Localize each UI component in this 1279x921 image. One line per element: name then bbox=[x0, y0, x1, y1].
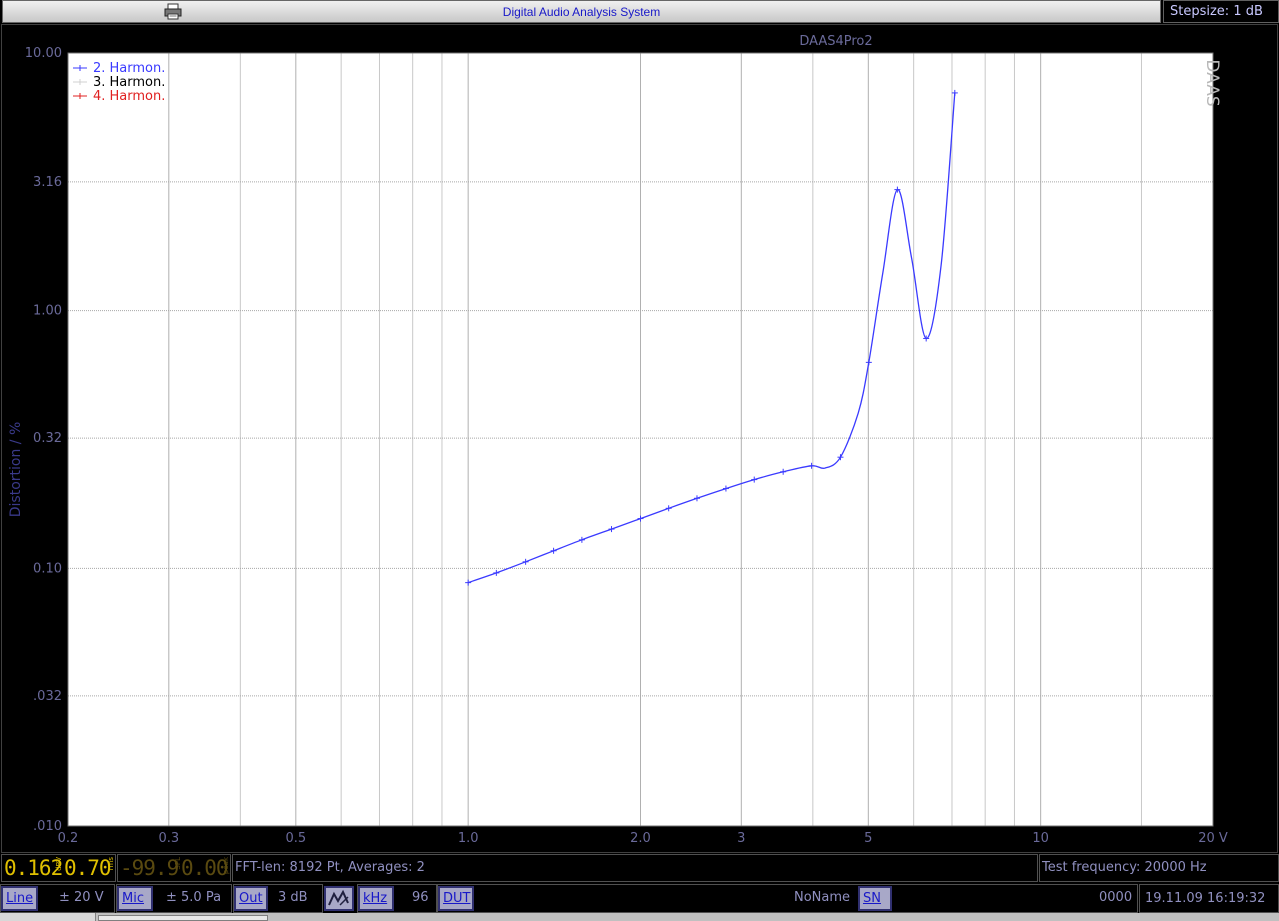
control-bar: Line ± 20 V Mic ± 5.0 Pa Out 3 dB kHz 96… bbox=[0, 884, 1279, 913]
scrollbar-left[interactable] bbox=[0, 913, 96, 921]
rms-value: 0.70 bbox=[64, 856, 112, 880]
legend-entry: 3. Harmon. bbox=[93, 75, 165, 90]
peak-value: 0.00 bbox=[181, 856, 229, 880]
plot-frame: 0.2 0.3 0.5 1.0 2.0 3 5 10 20 V 10.00 3.16 1.00 0.32… bbox=[1, 24, 1278, 853]
peak-unit: peak bbox=[222, 857, 230, 875]
x-tick-label: 20 V bbox=[1198, 831, 1228, 846]
mic-range: ± 5.0 Pa bbox=[166, 890, 222, 905]
x-tick-label: 5 bbox=[864, 831, 872, 846]
status-row: 0.162 dBV 0.70 rms -99.9 SPL 0.00 peak F… bbox=[0, 854, 1279, 883]
y-tick-label: 10.00 bbox=[25, 46, 62, 61]
title-bar: Digital Audio Analysis System Stepsize: … bbox=[0, 0, 1279, 23]
y-tick-label: .032 bbox=[33, 689, 62, 704]
distortion-chart[interactable]: 0.2 0.3 0.5 1.0 2.0 3 5 10 20 V10.003.161.000.32… bbox=[2, 25, 1279, 854]
level-unit: dBV bbox=[55, 857, 63, 871]
y-tick-label: 3.16 bbox=[33, 175, 62, 190]
spl-display: -99.9 SPL 0.00 peak bbox=[117, 854, 231, 882]
serial-number: 0000 bbox=[1099, 890, 1133, 905]
x-tick-label: 2.0 bbox=[630, 831, 651, 846]
spl-value: -99.9 bbox=[120, 856, 179, 880]
generator-button[interactable] bbox=[324, 886, 354, 911]
mic-button[interactable]: Mic bbox=[117, 886, 153, 911]
y-tick-label: 0.10 bbox=[33, 561, 62, 576]
legend-entry: 2. Harmon. bbox=[93, 61, 165, 76]
dut-name: NoName bbox=[794, 890, 851, 905]
level-value: 0.162 bbox=[4, 856, 63, 880]
samplerate-value: 96 bbox=[412, 890, 429, 905]
x-tick-label: 1.0 bbox=[458, 831, 479, 846]
watermark-text: DAAS bbox=[1202, 59, 1222, 106]
stepsize-readout: Stepsize: 1 dB bbox=[1163, 0, 1279, 23]
dut-group bbox=[437, 884, 1138, 913]
line-range: ± 20 V bbox=[59, 890, 104, 905]
bottom-scrollbar[interactable] bbox=[0, 913, 1279, 921]
khz-button[interactable]: kHz bbox=[358, 886, 394, 911]
date-time: 19.11.09 16:19:32 bbox=[1139, 884, 1279, 913]
x-tick-label: 0.3 bbox=[158, 831, 179, 846]
out-button[interactable]: Out bbox=[234, 886, 268, 911]
x-tick-label: 10 bbox=[1032, 831, 1049, 846]
waveform-icon bbox=[328, 889, 349, 906]
sn-button[interactable]: SN bbox=[858, 886, 892, 911]
legend-entry: 4. Harmon. bbox=[93, 89, 165, 104]
x-tick-label: 3 bbox=[737, 831, 745, 846]
test-frequency: Test frequency: 20000 Hz bbox=[1039, 854, 1279, 882]
line-button[interactable]: Line bbox=[1, 886, 38, 911]
fft-info: FFT-len: 8192 Pt, Averages: 2 bbox=[232, 854, 1038, 882]
y-tick-label: 1.00 bbox=[33, 304, 62, 319]
y-axis-label: Distortion / % bbox=[8, 422, 24, 518]
chart-title: DAAS4Pro2 bbox=[799, 34, 872, 49]
level-display: 0.162 dBV 0.70 rms bbox=[1, 854, 116, 882]
x-tick-label: 0.5 bbox=[285, 831, 306, 846]
scrollbar-thumb[interactable] bbox=[98, 915, 268, 921]
rms-unit: rms bbox=[107, 857, 115, 871]
out-level: 3 dB bbox=[278, 890, 308, 905]
window-title: Digital Audio Analysis System bbox=[502, 5, 661, 19]
dut-button[interactable]: DUT bbox=[438, 886, 474, 911]
y-tick-label: 0.32 bbox=[33, 431, 62, 446]
y-tick-label: .010 bbox=[33, 819, 62, 834]
window-title-area: Digital Audio Analysis System bbox=[2, 0, 1161, 23]
